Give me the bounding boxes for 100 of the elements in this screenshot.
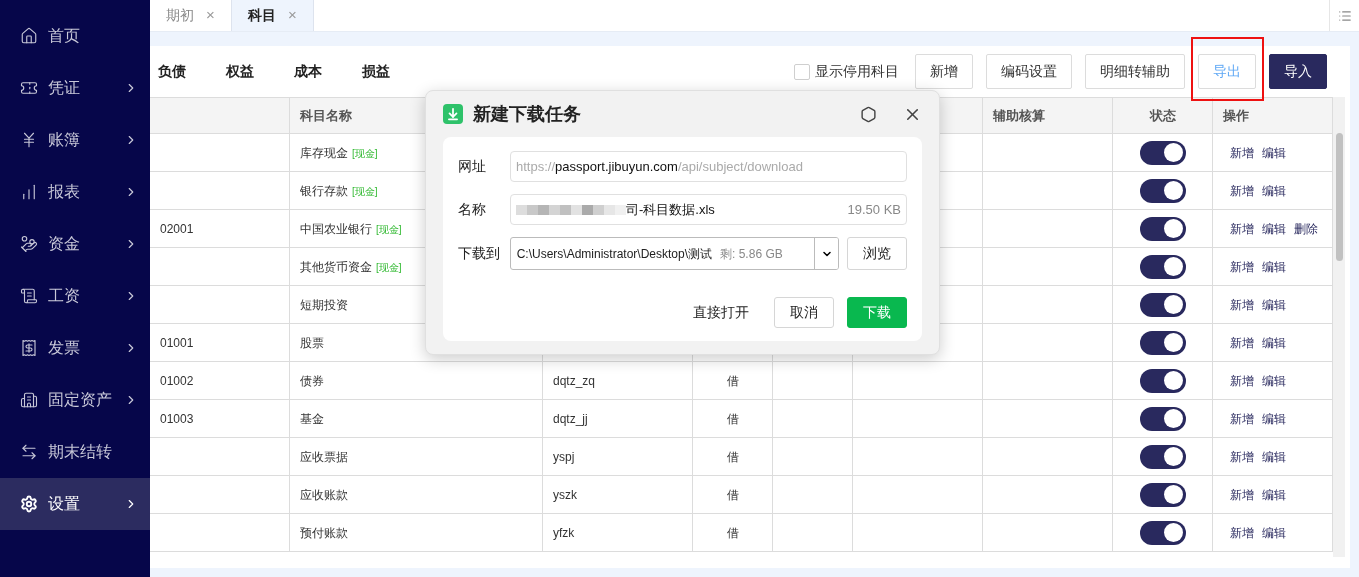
column-header: 状态 — [1149, 106, 1176, 125]
toggle-switch[interactable] — [1139, 520, 1186, 545]
action-link[interactable]: 新增 — [1230, 295, 1254, 314]
action-link[interactable]: 编辑 — [1262, 143, 1286, 162]
field-label: 下载到 — [458, 244, 501, 263]
action-link[interactable]: 新增 — [1230, 333, 1254, 352]
download-icon — [443, 104, 463, 124]
toolbar-button[interactable]: 明细转辅助 — [1085, 54, 1185, 89]
sidebar-item[interactable]: 固定资产 — [0, 374, 150, 426]
sidebar-item[interactable]: 报表 — [0, 166, 150, 218]
sidebar-item[interactable]: 首页 — [0, 10, 150, 62]
column-header: 操作 — [1223, 106, 1249, 125]
table-cell-text: 应收账款 — [300, 486, 348, 504]
table-cell-text: 借 — [726, 448, 739, 466]
toggle-switch[interactable] — [1139, 444, 1186, 469]
toolbar-button[interactable]: 新增 — [915, 54, 973, 89]
chart-icon — [20, 183, 38, 201]
scrollbar-thumb[interactable] — [1335, 133, 1343, 261]
table-cell-text: yspj — [553, 448, 575, 466]
table-cell-text: 02001 — [160, 220, 194, 238]
table-cell-text: dqtz_jj — [553, 410, 588, 428]
toolbar-button[interactable]: 导入 — [1269, 54, 1327, 89]
checkbox-label: 显示停用科目 — [815, 62, 899, 81]
table-cell-text: 预付账款 — [300, 524, 348, 542]
table-cell-text: 借 — [726, 524, 739, 542]
sidebar-item[interactable]: 凭证 — [0, 62, 150, 114]
home-icon — [20, 27, 38, 45]
category-tab[interactable]: 权益 — [226, 61, 254, 82]
action-link[interactable]: 新增 — [1230, 523, 1254, 542]
field-label: 网址 — [458, 157, 487, 176]
table-cell-text: yfzk — [553, 524, 575, 542]
table-cell-text: 股票 — [300, 334, 324, 352]
toggle-switch[interactable] — [1139, 368, 1186, 393]
action-link[interactable]: 编辑 — [1262, 181, 1286, 200]
toggle-switch[interactable] — [1139, 178, 1186, 203]
checkbox[interactable] — [794, 63, 810, 80]
dialog-button[interactable]: 取消 — [774, 297, 834, 328]
dialog-title: 新建下载任务 — [473, 102, 582, 126]
toggle-switch[interactable] — [1139, 406, 1186, 431]
category-tab[interactable]: 负债 — [158, 61, 186, 82]
category-tab[interactable]: 成本 — [294, 61, 322, 82]
table-cell-text: 银行存款 [现金] — [300, 182, 378, 200]
field-label: 名称 — [458, 200, 487, 219]
name-field[interactable]: 司-科目数据.xls 19.50 KB — [510, 194, 907, 225]
toolbar-button[interactable]: 编码设置 — [986, 54, 1072, 89]
sidebar-item[interactable]: 资金 — [0, 218, 150, 270]
toggle-switch[interactable] — [1139, 216, 1186, 241]
action-link[interactable]: 编辑 — [1262, 371, 1286, 390]
action-link[interactable]: 新增 — [1230, 181, 1254, 200]
action-link[interactable]: 新增 — [1230, 257, 1254, 276]
table-cell-text: 借 — [726, 486, 739, 504]
action-link[interactable]: 编辑 — [1262, 447, 1286, 466]
action-link[interactable]: 编辑 — [1262, 219, 1286, 238]
browse-button[interactable]: 浏览 — [847, 237, 907, 270]
dialog-button[interactable]: 直接打开 — [689, 297, 753, 328]
page-tab[interactable]: 科目 × — [232, 0, 314, 31]
receipt-icon — [20, 339, 38, 357]
action-link[interactable]: 新增 — [1230, 143, 1254, 162]
toggle-switch[interactable] — [1139, 482, 1186, 507]
column-header: 科目名称 — [300, 106, 352, 125]
action-link[interactable]: 新增 — [1230, 219, 1254, 238]
toggle-switch[interactable] — [1139, 330, 1186, 355]
table-cell-text: 债券 — [300, 372, 324, 390]
document-icon — [20, 287, 38, 305]
table-cell-text: 中国农业银行 [现金] — [300, 220, 402, 238]
category-tab[interactable]: 损益 — [362, 61, 390, 82]
action-link[interactable]: 编辑 — [1262, 295, 1286, 314]
action-link[interactable]: 编辑 — [1262, 523, 1286, 542]
action-link[interactable]: 编辑 — [1262, 333, 1286, 352]
table-cell-text: yszk — [553, 486, 577, 504]
swap-icon — [20, 443, 38, 461]
money-bag-icon — [20, 235, 38, 253]
url-field[interactable]: https://passport.jibuyun.com/api/subject/download — [510, 151, 907, 182]
table-cell-text: 01002 — [160, 372, 194, 390]
table-cell-text: 基金 — [300, 410, 324, 428]
action-link[interactable]: 编辑 — [1262, 409, 1286, 428]
table-cell-text: 库存现金 [现金] — [300, 144, 378, 162]
toggle-switch[interactable] — [1139, 292, 1186, 317]
path-select[interactable]: C:\Users\Administrator\Desktop\测试 剩: 5.86 GB — [509, 237, 840, 270]
building-icon — [20, 391, 38, 409]
toggle-switch[interactable] — [1139, 140, 1186, 165]
action-link[interactable]: 删除 — [1294, 219, 1318, 238]
sidebar-item[interactable]: 设置 — [0, 478, 150, 530]
sidebar-item[interactable]: 工资 — [0, 270, 150, 322]
action-link[interactable]: 新增 — [1230, 409, 1254, 428]
sidebar-item[interactable]: 发票 — [0, 322, 150, 374]
table-cell-text: 其他货币资金 [现金] — [300, 258, 402, 276]
table-cell-text: 应收票据 — [300, 448, 348, 466]
table-cell-text: 短期投资 — [300, 296, 348, 314]
toggle-switch[interactable] — [1139, 254, 1186, 279]
action-link[interactable]: 新增 — [1230, 485, 1254, 504]
action-link[interactable]: 编辑 — [1262, 485, 1286, 504]
action-link[interactable]: 新增 — [1230, 371, 1254, 390]
action-link[interactable]: 编辑 — [1262, 257, 1286, 276]
action-link[interactable]: 新增 — [1230, 447, 1254, 466]
sidebar-item[interactable]: 期末结转 — [0, 426, 150, 478]
sidebar-item[interactable]: 账簿 — [0, 114, 150, 166]
ticket-icon — [20, 79, 38, 97]
table-cell-text: 借 — [726, 372, 739, 390]
table-cell-text: 01001 — [160, 334, 194, 352]
